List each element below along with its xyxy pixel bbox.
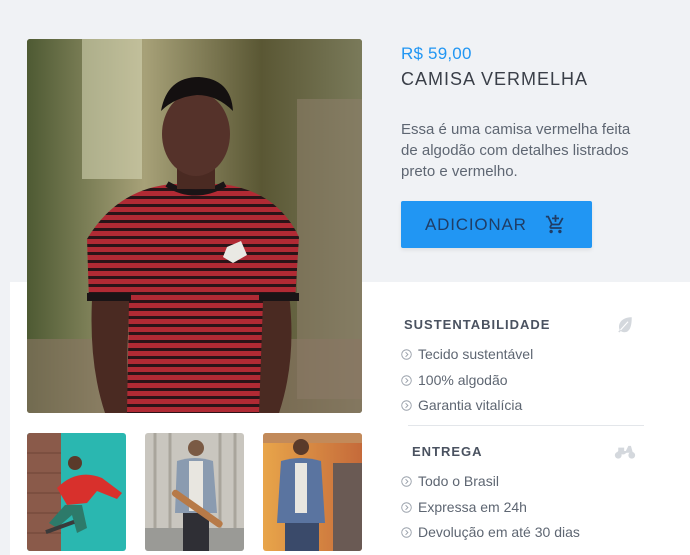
feature-item: 100% algodão [401,372,508,388]
feature-label: Garantia vitalícia [418,397,523,413]
feature-label: Tecido sustentável [418,346,534,362]
feature-item: Tecido sustentável [401,346,533,362]
arrow-right-circle-icon [401,399,412,411]
thumbnail-2[interactable] [145,433,244,551]
add-to-cart-button[interactable]: ADICIONAR [401,201,592,248]
arrow-right-circle-icon [401,526,412,538]
feature-label: Devolução em até 30 dias [418,524,580,540]
product-title: CAMISA VERMELHA [401,69,589,89]
man-red-striped-shirt-image [27,39,362,413]
section-title-sustainability: SUSTENTABILIDADE [404,317,551,332]
man-denim-jacket-sunset-image [263,433,362,551]
add-to-cart-label: ADICIONAR [425,214,527,234]
scooter-icon [614,445,636,459]
section-title-delivery: ENTREGA [412,444,483,459]
feature-item: Todo o Brasil [401,473,499,489]
arrow-right-circle-icon [401,348,412,360]
man-denim-jacket-skateboard-image [145,433,244,551]
arrow-right-circle-icon [401,475,412,487]
feature-item: Garantia vitalícia [401,397,522,413]
skater-red-hoodie-image [27,433,126,551]
arrow-right-circle-icon [401,501,412,513]
main-product-photo[interactable] [27,39,362,413]
product-price: R$ 59,00 [401,44,472,63]
feature-item: Expressa em 24h [401,499,527,515]
arrow-right-circle-icon [401,374,412,386]
leaf-icon [618,317,632,333]
section-divider [408,425,644,426]
feature-label: Expressa em 24h [418,499,527,515]
thumbnail-1[interactable] [27,433,126,551]
add-to-cart-icon [545,214,564,234]
feature-label: 100% algodão [418,372,508,388]
feature-item: Devolução em até 30 dias [401,524,580,540]
thumbnail-3[interactable] [263,433,362,551]
product-description: Essa é uma camisa vermelha feita de algo… [401,121,631,180]
feature-label: Todo o Brasil [418,473,499,489]
